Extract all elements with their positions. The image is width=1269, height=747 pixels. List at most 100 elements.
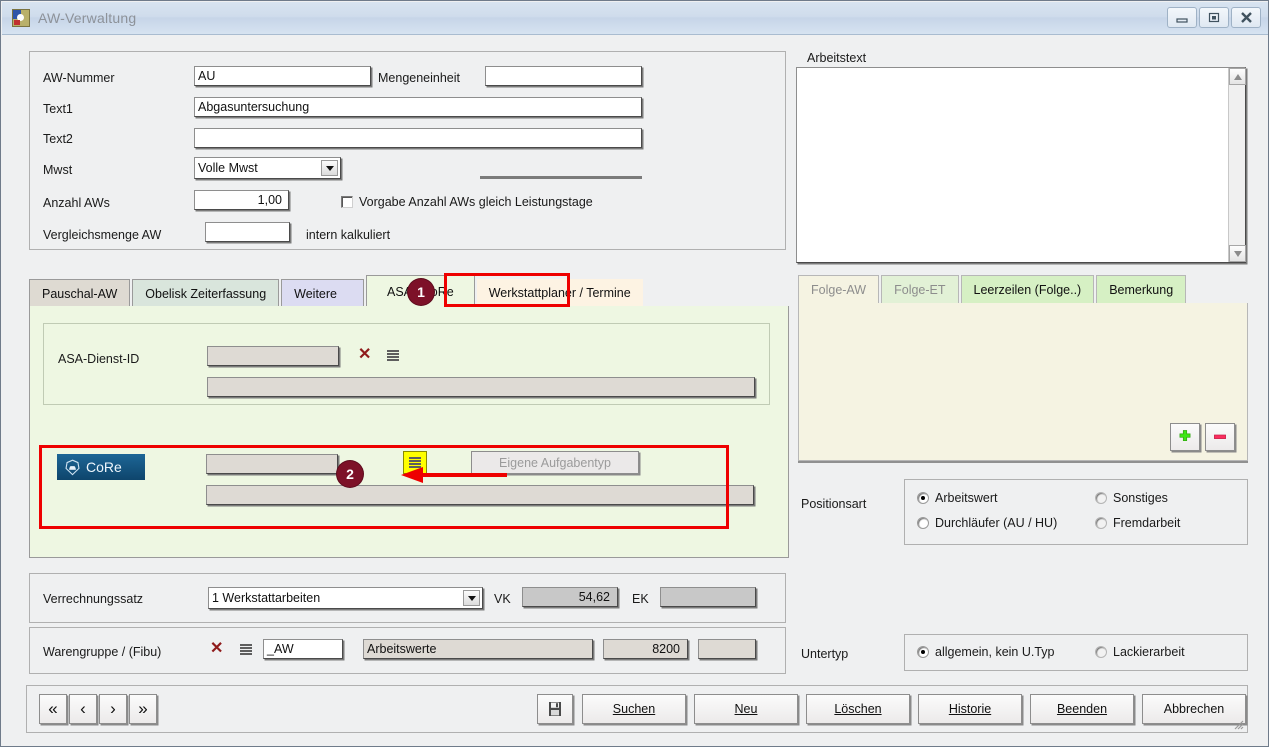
radio-button[interactable]	[1095, 492, 1107, 504]
warengruppe-group: Warengruppe / (Fibu) ✕ _AW Arbeitswerte …	[29, 627, 786, 674]
mwst-label: Mwst	[43, 163, 73, 177]
radio-button[interactable]	[1095, 517, 1107, 529]
tab-folge-aw[interactable]: Folge-AW	[798, 275, 880, 303]
neu-button[interactable]: Neu	[694, 694, 798, 724]
scroll-down-icon[interactable]	[1229, 245, 1246, 262]
first-record-button[interactable]: «	[39, 694, 67, 724]
vergleichsmenge-label: Vergleichsmenge AW	[43, 228, 162, 242]
radio-button[interactable]	[917, 492, 929, 504]
bottom-toolbar: « ‹ › » Suchen Neu Löschen Historie Been…	[26, 685, 1248, 733]
vergleichsmenge-input[interactable]	[205, 222, 290, 242]
loeschen-button[interactable]: Löschen	[806, 694, 910, 724]
prev-record-button[interactable]: ‹	[69, 694, 97, 724]
asa-dienst-group: ASA-Dienst-ID ✕	[43, 323, 770, 405]
text1-input[interactable]: Abgasuntersuchung	[194, 97, 642, 117]
save-button[interactable]	[537, 694, 573, 724]
title-bar: AW-Verwaltung	[2, 2, 1268, 35]
tab-leerzeilen-folge[interactable]: Leerzeilen (Folge..)	[960, 275, 1095, 303]
mengeneinheit-input[interactable]	[485, 66, 642, 86]
minimize-button[interactable]	[1167, 7, 1197, 28]
radio-button[interactable]	[917, 646, 929, 658]
core-id-input[interactable]	[206, 454, 338, 474]
tab-weitere[interactable]: Weitere	[281, 279, 364, 307]
warengruppe-label: Warengruppe / (Fibu)	[43, 645, 162, 659]
arbeitstext-value	[797, 68, 1245, 74]
radio-button[interactable]	[1095, 646, 1107, 658]
radio-fremdarbeit[interactable]: Fremdarbeit	[1095, 516, 1180, 530]
asa-core-tab-panel: ASA-Dienst-ID ✕ CoRe Eigene Aufgabentyp	[29, 306, 789, 558]
text2-label: Text2	[43, 132, 73, 146]
tab-label: Werkstattplaner / Termine	[488, 286, 631, 300]
folge-aw-actions	[1170, 423, 1235, 451]
verrechnungssatz-group: Verrechnungssatz 1 Werkstattarbeiten VK …	[29, 573, 786, 623]
save-disk-icon	[549, 702, 561, 716]
anzahl-aws-input[interactable]: 1,00	[194, 190, 289, 210]
vorgabe-checkbox[interactable]	[341, 196, 353, 208]
add-row-button[interactable]	[1170, 423, 1200, 451]
historie-button[interactable]: Historie	[918, 694, 1022, 724]
list-icon[interactable]	[386, 349, 400, 363]
radio-label: Fremdarbeit	[1113, 516, 1181, 530]
aw-nummer-input[interactable]: AU	[194, 66, 371, 86]
core-description-input[interactable]	[206, 485, 754, 505]
next-record-button[interactable]: ›	[99, 694, 127, 724]
window-controls	[1167, 7, 1261, 28]
tab-label: Folge-AW	[811, 282, 867, 297]
tab-bemerkung[interactable]: Bemerkung	[1096, 275, 1187, 303]
radio-label: allgemein, kein U.Typ	[935, 645, 1055, 659]
radio-label: Lackierarbeit	[1113, 645, 1185, 659]
verrechnungssatz-select[interactable]: 1 Werkstattarbeiten	[208, 587, 483, 609]
remove-row-button[interactable]	[1205, 423, 1235, 451]
warengruppe-extra-value	[698, 639, 756, 659]
warengruppe-name-value: Arbeitswerte	[363, 639, 593, 659]
beenden-button[interactable]: Beenden	[1030, 694, 1134, 724]
chevron-down-icon[interactable]	[463, 590, 480, 606]
arbeitstext-textarea[interactable]	[796, 67, 1246, 263]
x-clear-icon[interactable]: ✕	[210, 641, 223, 657]
tab-obelisk-zeiterfassung[interactable]: Obelisk Zeiterfassung	[132, 279, 280, 307]
scroll-up-icon[interactable]	[1229, 68, 1246, 85]
aw-verwaltung-window: AW-Verwaltung AW-Nummer AU Mengeneinheit…	[0, 0, 1269, 747]
close-button[interactable]	[1231, 7, 1261, 28]
core-shield-car-icon	[65, 459, 80, 475]
vorgabe-checkbox-row[interactable]: Vorgabe Anzahl AWs gleich Leistungstage	[341, 195, 593, 209]
suchen-button[interactable]: Suchen	[582, 694, 686, 724]
untertyp-group: allgemein, kein U.Typ Lackierarbeit	[904, 634, 1248, 671]
tab-werkstattplaner-termine[interactable]: Werkstattplaner / Termine	[476, 279, 643, 307]
chevron-down-icon[interactable]	[321, 160, 338, 176]
core-logo-text: CoRe	[86, 459, 122, 475]
list-icon[interactable]	[239, 643, 253, 657]
callout-badge-1: 1	[408, 279, 434, 305]
x-clear-icon[interactable]: ✕	[358, 347, 371, 363]
intern-kalkuliert-label: intern kalkuliert	[306, 228, 391, 242]
warengruppe-code-input[interactable]: _AW	[263, 639, 343, 659]
abbrechen-button[interactable]: Abbrechen	[1142, 694, 1246, 724]
radio-durchlaeufer[interactable]: Durchläufer (AU / HU)	[917, 516, 1057, 530]
radio-lackierarbeit[interactable]: Lackierarbeit	[1095, 645, 1185, 659]
tab-pauschal-aw[interactable]: Pauschal-AW	[29, 279, 131, 307]
text2-input[interactable]	[194, 128, 642, 148]
radio-sonstiges[interactable]: Sonstiges	[1095, 491, 1168, 505]
folge-aw-panel	[798, 303, 1248, 461]
maximize-button[interactable]	[1199, 7, 1229, 28]
asa-dienst-id-input[interactable]	[207, 346, 339, 366]
radio-button[interactable]	[917, 517, 929, 529]
anzahl-aws-label: Anzahl AWs	[43, 196, 110, 210]
right-tab-strip: Folge-AW Folge-ET Leerzeilen (Folge..) B…	[798, 275, 1248, 303]
asa-dienst-description-input[interactable]	[207, 377, 755, 397]
warengruppe-fibu-value: 8200	[603, 639, 688, 659]
arbeitstext-scrollbar[interactable]	[1228, 68, 1246, 262]
plus-icon	[1179, 430, 1191, 442]
minus-icon	[1214, 434, 1226, 439]
resize-grip-icon[interactable]	[1232, 718, 1244, 730]
radio-arbeitswert[interactable]: Arbeitswert	[917, 491, 998, 505]
aw-header-group: AW-Nummer AU Mengeneinheit Text1 Abgasun…	[29, 51, 786, 250]
action-buttons: Suchen Neu Löschen Historie Beenden Abbr…	[582, 694, 1246, 724]
text1-label: Text1	[43, 102, 73, 116]
mwst-select[interactable]: Volle Mwst	[194, 157, 341, 179]
record-nav-group: « ‹ › »	[39, 694, 157, 724]
arbeitstext-label: Arbeitstext	[807, 51, 867, 65]
last-record-button[interactable]: »	[129, 694, 157, 724]
tab-folge-et[interactable]: Folge-ET	[881, 275, 959, 303]
radio-allgemein-kein-utyp[interactable]: allgemein, kein U.Typ	[917, 645, 1055, 659]
